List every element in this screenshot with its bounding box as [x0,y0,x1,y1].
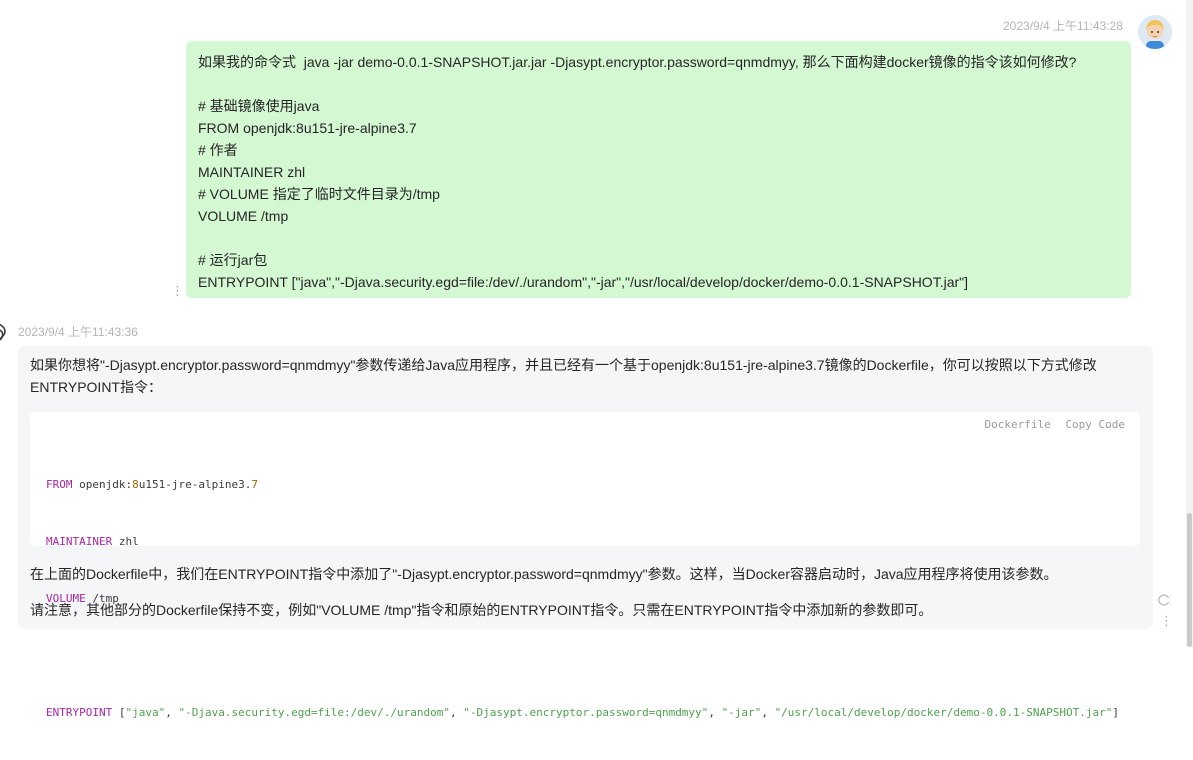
code-keyword: ENTRYPOINT [46,706,113,719]
code-string: "-Djasypt.encryptor.password=qnmdmyy" [463,706,709,719]
code-text: [ [112,706,126,719]
user-message-line [198,227,1119,249]
code-line: FROM openjdk:8u151-jre-alpine3.7 [46,475,1119,494]
code-text: , [165,706,179,719]
assistant-intro-line: ENTRYPOINT指令： [30,379,162,395]
assistant-message-more-icon[interactable]: ⋮ [1160,614,1173,627]
code-text: u151-jre-alpine3. [138,478,252,491]
code-string: "-Djava.security.egd=file:/dev/./urandom… [178,706,451,719]
code-string: "-jar" [721,706,762,719]
assistant-intro-line: 如果你想将"-Djasypt.encryptor.password=qnmdmy… [30,357,1097,373]
code-number: 8 [132,478,139,491]
user-avatar-icon [1138,15,1172,49]
code-text: zhl [112,535,139,548]
code-text: , [708,706,722,719]
code-line: ENTRYPOINT ["java", "-Djava.security.egd… [46,703,1119,722]
code-language-label: Dockerfile [984,418,1051,431]
user-message-line: # 基础镜像使用java [198,98,320,114]
code-text: openjdk: [72,478,133,491]
code-keyword: FROM [46,478,73,491]
openai-logo-icon [0,323,6,341]
user-message-line: FROM openjdk:8u151-jre-alpine3.7 [198,120,417,136]
copy-code-button[interactable]: Copy Code [1065,418,1125,431]
user-message-timestamp: 2023/9/4 上午11:43:28 [1003,19,1123,33]
user-message-line: # VOLUME 指定了临时文件目录为/tmp [198,186,440,202]
user-message-line: VOLUME /tmp [198,208,289,224]
assistant-message-bubble: 如果你想将"-Djasypt.encryptor.password=qnmdmy… [18,346,1153,719]
user-message-line: 如果我的命令式 java -jar demo-0.0.1-SNAPSHOT.ja… [198,54,1077,70]
user-message-line: ENTRYPOINT ["java","-Djava.security.egd=… [198,274,968,290]
user-message-line: # 作者 [198,142,238,158]
code-toolbar: Dockerfile Copy Code [977,418,1125,431]
assistant-message-timestamp: 2023/9/4 上午11:43:36 [18,325,138,339]
user-message-bubble: 如果我的命令式 java -jar demo-0.0.1-SNAPSHOT.ja… [186,41,1131,298]
assistant-intro: 如果你想将"-Djasypt.encryptor.password=qnmdmy… [30,354,1097,398]
code-string: "java" [125,706,166,719]
assistant-paragraph: 在上面的Dockerfile中，我们在ENTRYPOINT指令中添加了"-Dja… [30,566,1058,582]
code-text: , [761,706,775,719]
refresh-icon[interactable] [1157,593,1171,607]
code-text: ] [1112,706,1119,719]
scrollbar-thumb[interactable] [1187,513,1192,647]
code-text: , [450,706,464,719]
code-line: MAINTAINER zhl [46,532,1119,551]
assistant-paragraph: 请注意，其他部分的Dockerfile保持不变，例如"VOLUME /tmp"指… [30,602,933,618]
code-block: Dockerfile Copy Code FROM openjdk:8u151-… [30,412,1140,719]
user-message-line: # 运行jar包 [198,252,268,268]
code-keyword: MAINTAINER [46,535,113,548]
user-message-line [198,73,1119,95]
code-number: 7 [251,478,258,491]
user-avatar[interactable] [1138,15,1172,49]
user-message-more-icon[interactable]: ⋮ [171,284,184,297]
code-string: "/usr/local/develop/docker/demo-0.0.1-SN… [774,706,1113,719]
user-message-line: MAINTAINER zhl [198,164,306,180]
